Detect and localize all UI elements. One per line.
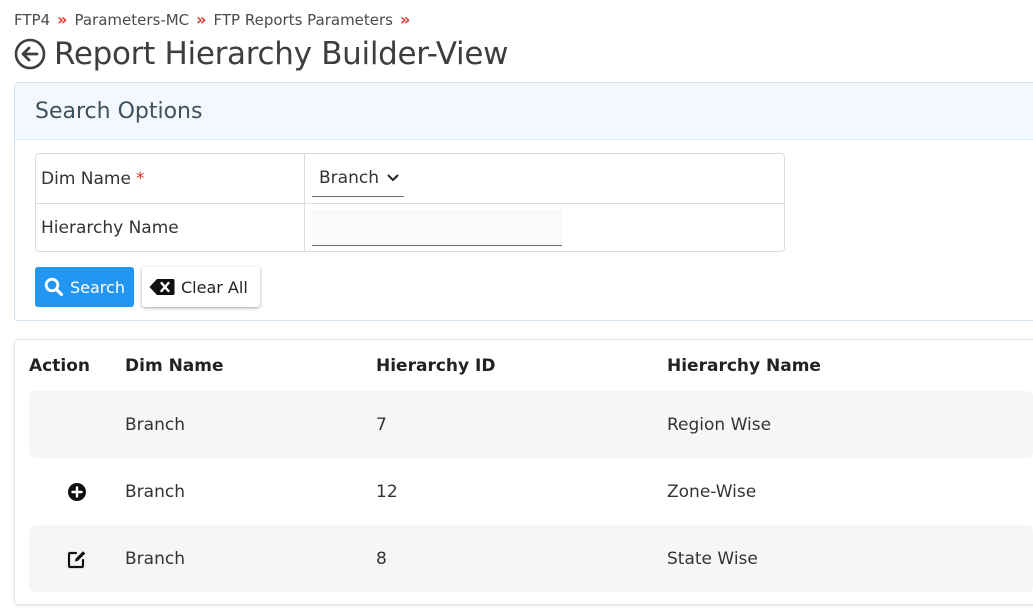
search-options-header: Search Options: [15, 83, 1033, 140]
row-hierarchy-name: State Wise: [667, 548, 758, 569]
row-dim-name: Branch: [125, 548, 185, 569]
search-button[interactable]: Search: [35, 267, 134, 307]
circle-arrow-left-icon[interactable]: [14, 38, 46, 70]
dim-name-value-cell: Branch: [305, 154, 784, 203]
results-panel: Action Dim Name Hierarchy ID Hierarchy N…: [14, 339, 1033, 605]
table-row[interactable]: Branch 7 Region Wise: [29, 391, 1033, 458]
clear-all-button-label: Clear All: [181, 277, 248, 297]
column-header-hierarchy-name[interactable]: Hierarchy Name: [667, 356, 1033, 376]
search-button-label: Search: [70, 277, 125, 297]
title-row: Report Hierarchy Builder-View: [14, 36, 509, 72]
row-hierarchy-id: 7: [376, 414, 387, 435]
column-header-hierarchy-id[interactable]: Hierarchy ID: [376, 356, 667, 376]
breadcrumb-separator: »: [57, 10, 68, 29]
hierarchy-name-label: Hierarchy Name: [41, 217, 179, 238]
hierarchy-name-label-cell: Hierarchy Name: [36, 204, 305, 251]
search-icon: [44, 277, 64, 297]
breadcrumb-separator: »: [400, 10, 411, 29]
edit-icon[interactable]: [67, 549, 87, 569]
breadcrumb-item-ftp-reports-parameters[interactable]: FTP Reports Parameters: [214, 11, 394, 29]
hierarchy-name-input[interactable]: [312, 209, 562, 246]
row-dim-name: Branch: [125, 414, 185, 435]
row-hierarchy-name: Zone-Wise: [667, 481, 757, 502]
row-action-cell: [29, 549, 125, 569]
hierarchy-name-value-cell: [305, 204, 784, 251]
backspace-icon: [149, 278, 175, 296]
row-hierarchy-name: Region Wise: [667, 414, 772, 435]
breadcrumb-separator: »: [196, 10, 207, 29]
breadcrumb-item-parameters-mc[interactable]: Parameters-MC: [74, 11, 189, 29]
hierarchy-name-row: Hierarchy Name: [36, 204, 784, 251]
row-hierarchy-id: 12: [376, 481, 398, 502]
row-dim-name: Branch: [125, 481, 185, 502]
column-header-dim-name[interactable]: Dim Name: [125, 356, 376, 376]
row-hierarchy-id: 8: [376, 548, 387, 569]
plus-circle-icon[interactable]: [67, 482, 87, 502]
dim-name-label: Dim Name: [41, 168, 131, 189]
required-mark: *: [135, 168, 145, 189]
search-options-title: Search Options: [35, 98, 203, 124]
dim-name-selected-value: Branch: [319, 168, 379, 188]
dim-name-label-cell: Dim Name *: [36, 154, 305, 203]
column-header-action[interactable]: Action: [29, 356, 125, 376]
clear-all-button[interactable]: Clear All: [142, 267, 260, 307]
row-action-cell: [29, 482, 125, 502]
breadcrumb-item-ftp4[interactable]: FTP4: [14, 11, 50, 29]
dim-name-select[interactable]: Branch: [312, 161, 404, 197]
table-row[interactable]: Branch 8 State Wise: [29, 525, 1033, 592]
search-form: Dim Name * Branch Hierarchy Name: [35, 153, 785, 252]
chevron-down-icon: [387, 174, 399, 182]
dim-name-row: Dim Name * Branch: [36, 154, 784, 204]
breadcrumb: FTP4 » Parameters-MC » FTP Reports Param…: [14, 10, 417, 29]
search-options-panel: Search Options Dim Name * Branch Hierarc…: [14, 82, 1033, 321]
table-header: Action Dim Name Hierarchy ID Hierarchy N…: [29, 340, 1033, 392]
page-title: Report Hierarchy Builder-View: [54, 36, 509, 72]
table-row[interactable]: Branch 12 Zone-Wise: [29, 458, 1033, 525]
